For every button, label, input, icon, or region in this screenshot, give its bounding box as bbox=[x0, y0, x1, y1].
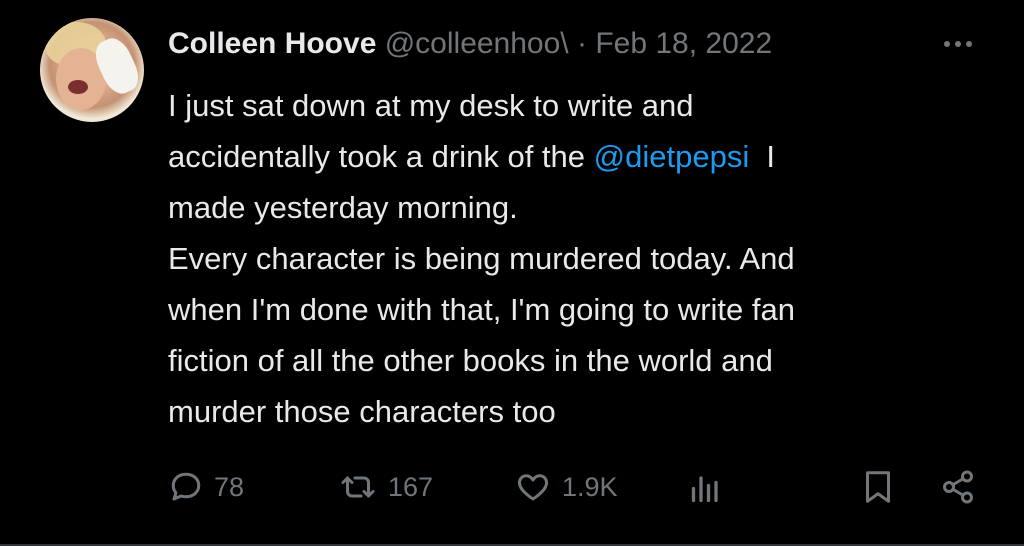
more-dot bbox=[955, 41, 961, 47]
tweet-line: I just sat down at my desk to write and bbox=[168, 88, 694, 123]
views-button[interactable] bbox=[686, 462, 722, 512]
retweet-count: 167 bbox=[388, 471, 434, 502]
bookmark-icon bbox=[866, 471, 890, 503]
tweet-date[interactable]: Feb 18, 2022 bbox=[595, 27, 772, 60]
bookmark-button[interactable] bbox=[860, 462, 896, 512]
like-button[interactable]: 1.9K bbox=[514, 462, 618, 512]
more-dot bbox=[944, 41, 950, 47]
reply-button[interactable]: 78 bbox=[168, 462, 244, 512]
tweet-header: Colleen Hoove @colleenhoo\ · Feb 18, 202… bbox=[168, 24, 928, 64]
tweet-line: Every character is being murdered today.… bbox=[168, 241, 795, 276]
tweet-line: made yesterday morning. bbox=[168, 190, 518, 225]
more-horizontal-icon[interactable] bbox=[944, 32, 984, 56]
heart-icon bbox=[518, 474, 548, 501]
tweet-text: I just sat down at my desk to write and … bbox=[168, 80, 988, 437]
reply-count: 78 bbox=[214, 471, 245, 502]
meta-separator: · bbox=[576, 27, 587, 60]
tweet-line-text: I bbox=[749, 139, 776, 174]
more-dot bbox=[966, 41, 972, 47]
reply-icon bbox=[171, 472, 201, 501]
retweet-button[interactable]: 167 bbox=[338, 462, 433, 512]
tweet-line: when I'm done with that, I'm going to wr… bbox=[168, 292, 795, 327]
author-name[interactable]: Colleen Hoove bbox=[168, 27, 376, 60]
tweet-line-text: accidentally took a drink of the bbox=[168, 139, 594, 174]
share-button[interactable] bbox=[940, 462, 976, 512]
action-bar: 78 167 1.9K bbox=[168, 462, 988, 512]
avatar-mouth bbox=[68, 80, 88, 94]
author-handle[interactable]: @colleenhoo\ bbox=[385, 27, 569, 60]
like-count: 1.9K bbox=[562, 471, 618, 502]
tweet-line: murder those characters too bbox=[168, 394, 556, 429]
tweet-line: accidentally took a drink of the @dietpe… bbox=[168, 131, 988, 182]
views-icon bbox=[691, 476, 718, 503]
avatar[interactable] bbox=[40, 18, 144, 122]
mention-link[interactable]: @dietpepsi bbox=[594, 139, 750, 174]
retweet-icon bbox=[341, 476, 375, 498]
share-icon bbox=[943, 470, 973, 504]
tweet-line: fiction of all the other books in the wo… bbox=[168, 343, 773, 378]
